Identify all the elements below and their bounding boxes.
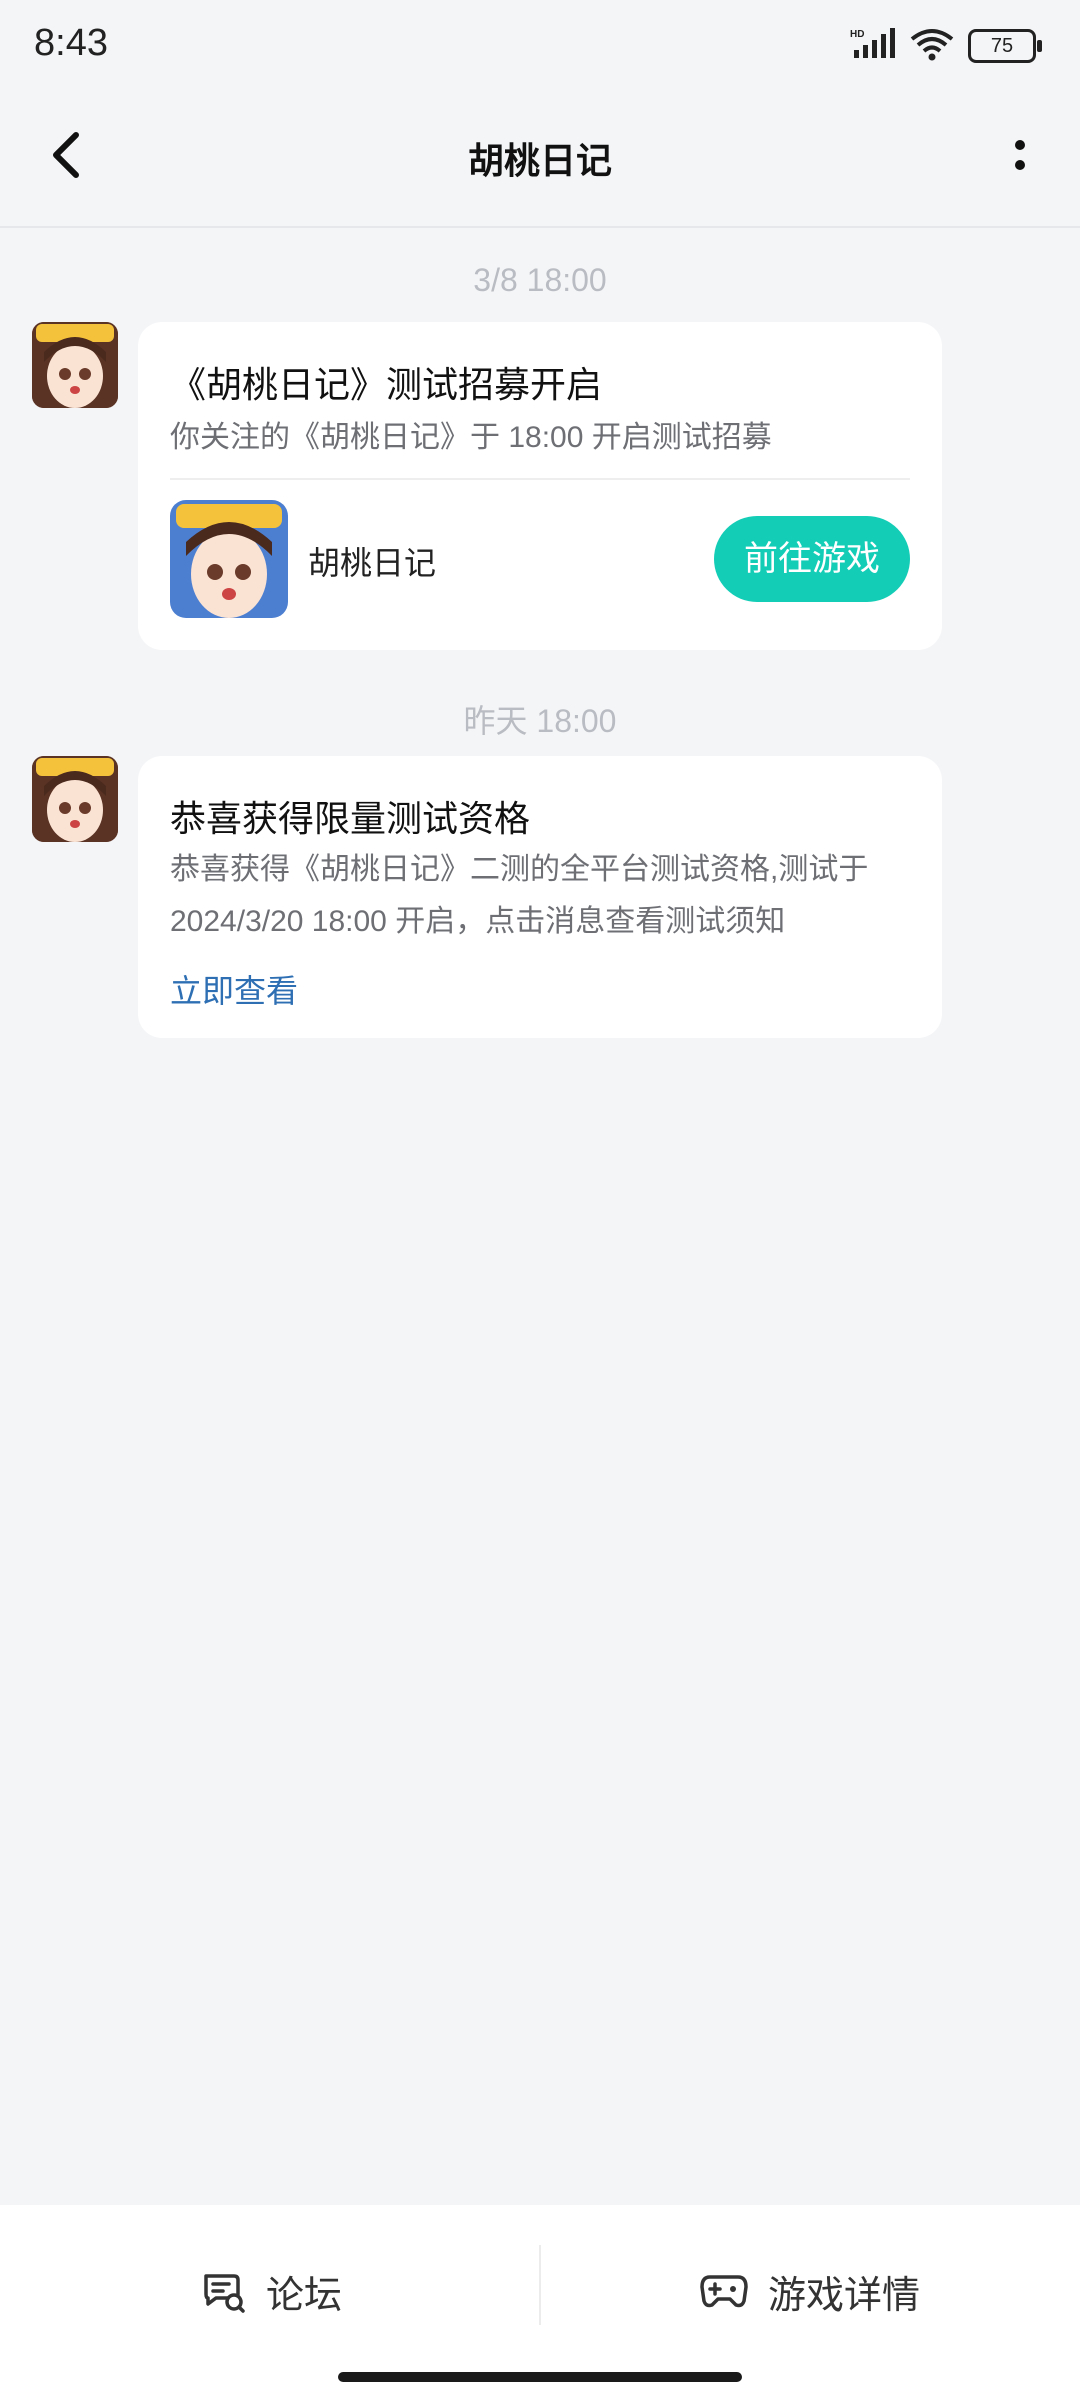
go-to-game-button[interactable]: 前往游戏 xyxy=(714,516,910,602)
game-icon[interactable] xyxy=(170,500,288,618)
message-card[interactable]: 《胡桃日记》测试招募开启 你关注的《胡桃日记》于 18:00 开启测试招募 胡桃… xyxy=(138,322,942,650)
game-avatar-icon xyxy=(32,322,118,408)
tab-game-details[interactable]: 游戏详情 xyxy=(700,2261,920,2321)
nav-bar: 胡桃日记 xyxy=(0,90,1080,228)
tab-label: 论坛 xyxy=(266,2274,343,2317)
message-description: 恭喜获得《胡桃日记》二测的全平台测试资格,测试于 2024/3/20 18:00… xyxy=(170,853,869,938)
more-vertical-icon xyxy=(1015,140,1025,170)
message-card[interactable]: 恭喜获得限量测试资格 恭喜获得《胡桃日记》二测的全平台测试资格,测试于 2024… xyxy=(138,756,942,1038)
game-avatar-icon xyxy=(32,756,118,842)
status-time: 8:43 xyxy=(34,22,108,64)
more-button[interactable] xyxy=(990,125,1050,185)
tab-label: 游戏详情 xyxy=(768,2274,921,2317)
battery-indicator: 75 xyxy=(968,29,1042,63)
message-timestamp: 昨天 18:00 xyxy=(463,703,617,739)
wifi-icon xyxy=(910,27,954,66)
avatar[interactable] xyxy=(32,322,118,408)
message-timestamp: 3/8 18:00 xyxy=(473,262,607,298)
status-icons: HD 75 xyxy=(850,26,1042,66)
avatar[interactable] xyxy=(32,756,118,842)
message-description: 你关注的《胡桃日记》于 18:00 开启测试招募 xyxy=(170,421,772,454)
page-title: 胡桃日记 xyxy=(467,140,612,181)
game-name: 胡桃日记 xyxy=(308,545,437,581)
view-now-link[interactable]: 立即查看 xyxy=(170,966,298,1012)
game-thumbnail-icon xyxy=(170,500,288,618)
forum-icon xyxy=(204,2274,245,2313)
divider xyxy=(170,478,910,480)
status-bar: 8:43 HD 75 xyxy=(0,0,1080,90)
home-indicator[interactable] xyxy=(338,2372,742,2382)
gamepad-icon xyxy=(700,2275,748,2308)
tab-divider xyxy=(539,2245,541,2325)
message-title: 恭喜获得限量测试资格 xyxy=(170,798,531,839)
message-title: 《胡桃日记》测试招募开启 xyxy=(170,364,603,405)
svg-text:HD: HD xyxy=(850,29,864,40)
signal-icon: HD xyxy=(850,27,896,65)
tab-forum[interactable]: 论坛 xyxy=(200,2261,342,2321)
